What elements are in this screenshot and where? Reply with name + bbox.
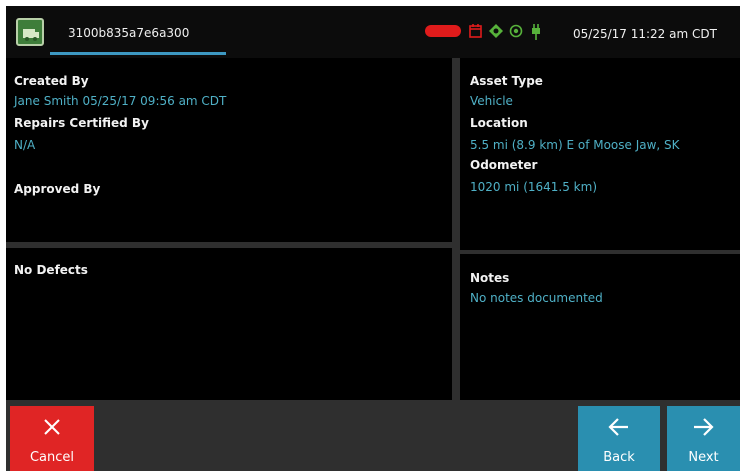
next-button[interactable]: Next	[667, 406, 740, 471]
asset-type-label: Asset Type	[470, 74, 543, 88]
back-label: Back	[603, 450, 635, 465]
arrow-left-icon	[608, 418, 628, 436]
approved-by-label: Approved By	[14, 182, 101, 196]
cancel-label: Cancel	[29, 450, 75, 465]
defects-panel: No Defects	[6, 248, 452, 400]
signatures-panel: Created By Jane Smith 05/25/17 09:56 am …	[6, 58, 452, 242]
created-by-label: Created By	[14, 74, 89, 88]
calendar-icon	[469, 24, 482, 38]
odometer-label: Odometer	[470, 158, 538, 172]
inspection-review-screen: 3100b835a7e6a300 05/25/17 11:22 am CDT C…	[6, 6, 740, 471]
action-bar: Cancel Back Next	[6, 406, 740, 471]
notes-panel: Notes No notes documented	[460, 254, 740, 400]
arrow-right-icon	[694, 418, 714, 436]
app-icon[interactable]	[16, 18, 44, 46]
notes-value: No notes documented	[470, 291, 603, 305]
notes-label: Notes	[470, 271, 510, 285]
location-value: 5.5 mi (8.9 km) E of Moose Jaw, SK	[470, 138, 680, 152]
back-button[interactable]: Back	[578, 406, 660, 471]
created-by-value: Jane Smith 05/25/17 09:56 am CDT	[14, 94, 227, 108]
battery-red-icon	[425, 25, 461, 37]
asset-type-value: Vehicle	[470, 94, 513, 108]
status-bar: 3100b835a7e6a300 05/25/17 11:22 am CDT	[6, 6, 740, 58]
defects-status: No Defects	[14, 263, 88, 277]
gps-icon	[509, 24, 523, 38]
asset-panel: Asset Type Vehicle Location 5.5 mi (8.9 …	[460, 58, 740, 250]
repairs-certified-value: N/A	[14, 138, 36, 152]
active-tab-indicator	[50, 52, 226, 55]
tab-vehicle-id[interactable]: 3100b835a7e6a300	[68, 26, 189, 40]
location-pin-icon	[489, 24, 503, 38]
plug-icon	[532, 24, 540, 40]
close-icon	[44, 419, 60, 435]
odometer-value: 1020 mi (1641.5 km)	[470, 180, 597, 194]
status-datetime: 05/25/17 11:22 am CDT	[573, 27, 717, 41]
next-label: Next	[688, 450, 719, 465]
repairs-certified-label: Repairs Certified By	[14, 116, 149, 130]
location-label: Location	[470, 116, 528, 130]
cancel-button[interactable]: Cancel	[10, 406, 94, 471]
